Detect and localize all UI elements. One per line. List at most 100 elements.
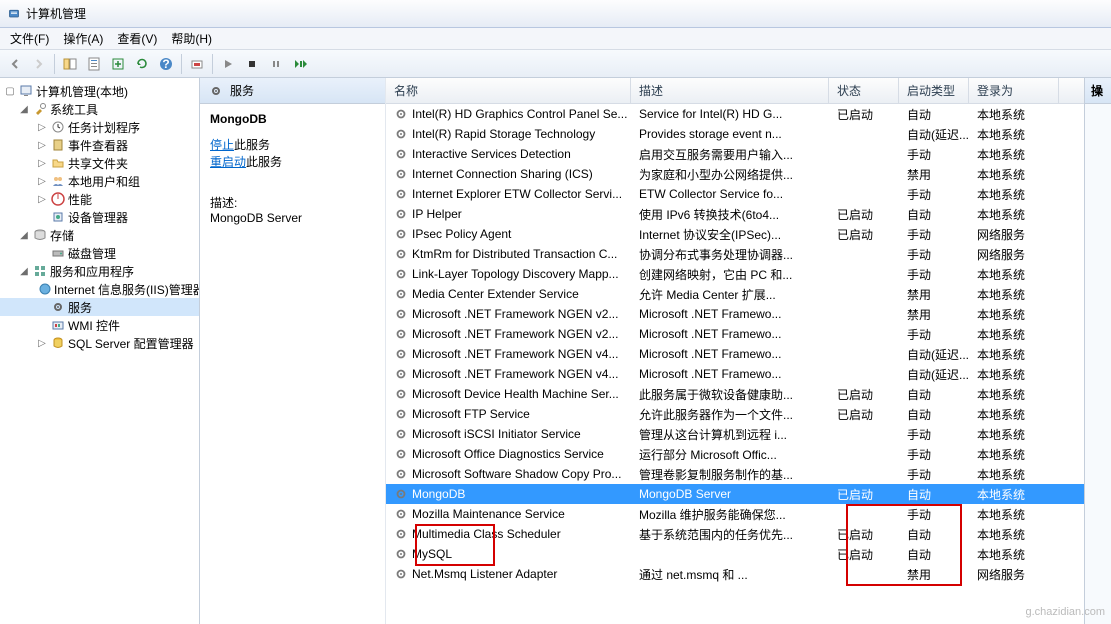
gear-icon <box>394 387 408 401</box>
tree-wmi[interactable]: WMI 控件 <box>0 316 199 334</box>
menu-view[interactable]: 查看(V) <box>111 28 163 49</box>
refresh-button[interactable] <box>131 53 153 75</box>
tree-services[interactable]: 服务 <box>0 298 199 316</box>
service-row[interactable]: Microsoft .NET Framework NGEN v2...Micro… <box>386 324 1084 344</box>
center-pane: 服务 MongoDB 停止此服务 重启动此服务 描述: MongoDB Serv… <box>200 78 1085 624</box>
gear-icon <box>394 527 408 541</box>
tree-root[interactable]: ▢计算机管理(本地) <box>0 82 199 100</box>
computer-icon <box>18 83 34 99</box>
service-row[interactable]: Multimedia Class Scheduler基于系统范围内的任务优先..… <box>386 524 1084 544</box>
connect-button[interactable] <box>186 53 208 75</box>
service-row[interactable]: Microsoft iSCSI Initiator Service管理从这台计算… <box>386 424 1084 444</box>
service-row[interactable]: MySQL已启动自动本地系统 <box>386 544 1084 564</box>
forward-button[interactable] <box>28 53 50 75</box>
selected-service-name: MongoDB <box>210 112 375 126</box>
app-icon <box>8 6 24 22</box>
actions-pane: 操 <box>1085 78 1111 624</box>
menu-action[interactable]: 操作(A) <box>57 28 109 49</box>
gear-icon <box>394 107 408 121</box>
service-row[interactable]: Microsoft Device Health Machine Ser...此服… <box>386 384 1084 404</box>
stop-link[interactable]: 停止 <box>210 138 234 152</box>
restart-link[interactable]: 重启动 <box>210 155 246 169</box>
col-desc[interactable]: 描述 <box>631 78 829 103</box>
back-button[interactable] <box>4 53 26 75</box>
gear-icon <box>394 367 408 381</box>
service-row[interactable]: Interactive Services Detection启用交互服务需要用户… <box>386 144 1084 164</box>
col-startup[interactable]: 启动类型 <box>899 78 969 103</box>
clock-icon <box>50 119 66 135</box>
service-row[interactable]: Microsoft Office Diagnostics Service运行部分… <box>386 444 1084 464</box>
properties-button[interactable] <box>83 53 105 75</box>
wmi-icon <box>50 317 66 333</box>
service-row[interactable]: Internet Connection Sharing (ICS)为家庭和小型办… <box>386 164 1084 184</box>
gear-icon <box>394 547 408 561</box>
tree-disk-mgmt[interactable]: 磁盘管理 <box>0 244 199 262</box>
tree-performance[interactable]: ▷性能 <box>0 190 199 208</box>
service-row[interactable]: Microsoft .NET Framework NGEN v4...Micro… <box>386 344 1084 364</box>
tree-storage[interactable]: ◢存储 <box>0 226 199 244</box>
gear-icon <box>394 507 408 521</box>
service-row[interactable]: Microsoft .NET Framework NGEN v2...Micro… <box>386 304 1084 324</box>
service-row[interactable]: Net.Msmq Listener Adapter通过 net.msmq 和 .… <box>386 564 1084 584</box>
gear-icon <box>394 207 408 221</box>
gear-icon <box>394 267 408 281</box>
service-row[interactable]: Intel(R) HD Graphics Control Panel Se...… <box>386 104 1084 124</box>
separator <box>181 54 182 74</box>
col-logon[interactable]: 登录为 <box>969 78 1059 103</box>
show-hide-button[interactable] <box>59 53 81 75</box>
menu-help[interactable]: 帮助(H) <box>165 28 218 49</box>
col-status[interactable]: 状态 <box>829 78 899 103</box>
service-row[interactable]: Internet Explorer ETW Collector Servi...… <box>386 184 1084 204</box>
service-row[interactable]: MongoDBMongoDB Server已启动自动本地系统 <box>386 484 1084 504</box>
gear-icon <box>394 567 408 581</box>
start-button[interactable] <box>217 53 239 75</box>
service-row[interactable]: Microsoft Software Shadow Copy Pro...管理卷… <box>386 464 1084 484</box>
gear-icon <box>394 307 408 321</box>
watermark: g.chazidian.com <box>1026 606 1106 618</box>
list-body[interactable]: Intel(R) HD Graphics Control Panel Se...… <box>386 104 1084 624</box>
service-row[interactable]: Intel(R) Rapid Storage TechnologyProvide… <box>386 124 1084 144</box>
service-row[interactable]: Microsoft FTP Service允许此服务器作为一个文件...已启动自… <box>386 404 1084 424</box>
service-row[interactable]: IPsec Policy AgentInternet 协议安全(IPSec)..… <box>386 224 1084 244</box>
gear-icon <box>394 407 408 421</box>
tree-iis[interactable]: Internet 信息服务(IIS)管理器 <box>0 280 199 298</box>
col-name[interactable]: 名称 <box>386 78 631 103</box>
service-row[interactable]: Media Center Extender Service允许 Media Ce… <box>386 284 1084 304</box>
menu-file[interactable]: 文件(F) <box>4 28 55 49</box>
event-icon <box>50 137 66 153</box>
service-row[interactable]: Microsoft .NET Framework NGEN v4...Micro… <box>386 364 1084 384</box>
service-row[interactable]: Link-Layer Topology Discovery Mapp...创建网… <box>386 264 1084 284</box>
svg-text:?: ? <box>162 57 169 71</box>
desc-value: MongoDB Server <box>210 211 375 225</box>
tree-event-viewer[interactable]: ▷事件查看器 <box>0 136 199 154</box>
body: ▢计算机管理(本地) ◢系统工具 ▷任务计划程序 ▷事件查看器 ▷共享文件夹 ▷… <box>0 78 1111 624</box>
service-row[interactable]: KtmRm for Distributed Transaction C...协调… <box>386 244 1084 264</box>
list-header: 名称 描述 状态 启动类型 登录为 <box>386 78 1084 104</box>
gear-icon <box>394 327 408 341</box>
toolbar: ? <box>0 50 1111 78</box>
disk-icon <box>50 245 66 261</box>
service-row[interactable]: IP Helper使用 IPv6 转换技术(6to4...已启动自动本地系统 <box>386 204 1084 224</box>
gear-icon <box>394 287 408 301</box>
tree-device-manager[interactable]: 设备管理器 <box>0 208 199 226</box>
help-button[interactable]: ? <box>155 53 177 75</box>
service-detail-pane: 服务 MongoDB 停止此服务 重启动此服务 描述: MongoDB Serv… <box>200 78 386 624</box>
tree-task-scheduler[interactable]: ▷任务计划程序 <box>0 118 199 136</box>
gear-icon <box>208 83 224 99</box>
export-button[interactable] <box>107 53 129 75</box>
sql-icon <box>50 335 66 351</box>
stop-button[interactable] <box>241 53 263 75</box>
tree-sys-tools[interactable]: ◢系统工具 <box>0 100 199 118</box>
device-icon <box>50 209 66 225</box>
tools-icon <box>32 101 48 117</box>
folder-icon <box>50 155 66 171</box>
window-title: 计算机管理 <box>26 5 86 22</box>
pause-button[interactable] <box>265 53 287 75</box>
gear-icon <box>50 299 66 315</box>
tree-sql[interactable]: ▷SQL Server 配置管理器 <box>0 334 199 352</box>
service-row[interactable]: Mozilla Maintenance ServiceMozilla 维护服务能… <box>386 504 1084 524</box>
tree-shared-folders[interactable]: ▷共享文件夹 <box>0 154 199 172</box>
tree-services-apps[interactable]: ◢服务和应用程序 <box>0 262 199 280</box>
restart-button[interactable] <box>289 53 311 75</box>
tree-users-groups[interactable]: ▷本地用户和组 <box>0 172 199 190</box>
